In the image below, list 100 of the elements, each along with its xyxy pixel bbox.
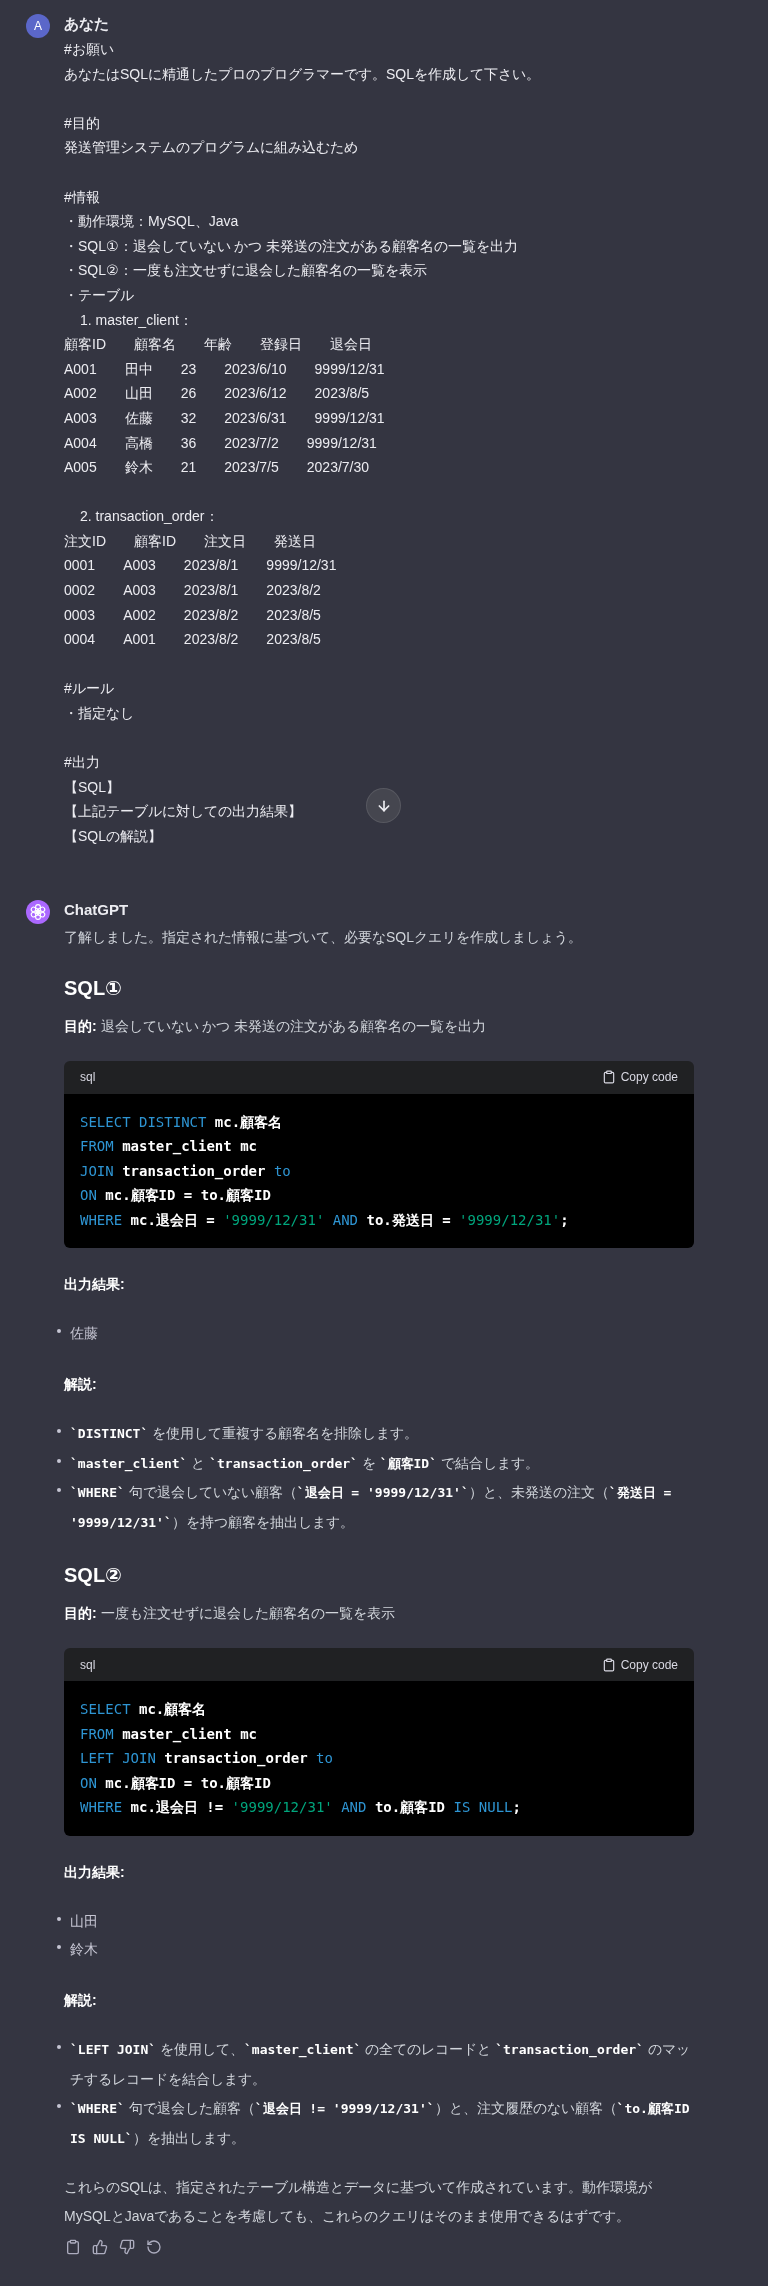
clipboard-icon — [65, 2239, 81, 2256]
table-cell-text: 高橋 — [124, 433, 153, 453]
copy-code-button[interactable]: Copy code — [601, 1657, 678, 1672]
code-language-label: sql — [80, 1657, 96, 1672]
user-avatar: A — [26, 14, 50, 38]
message-text: ・指定なし — [64, 704, 134, 724]
author-name: あなた — [64, 14, 109, 34]
table-cell-text: 36 — [180, 433, 197, 453]
table-header-cell-text: 注文ID — [64, 531, 106, 551]
table-caption: 2. transaction_order： — [80, 507, 219, 527]
table-header-cell-text: 顧客ID — [134, 531, 176, 551]
table-cell-text: A002 — [123, 605, 156, 625]
table-cell-text: 2023/7/30 — [306, 458, 370, 478]
knot-logo-icon — [26, 899, 50, 924]
table-cell-text: 0001 — [64, 556, 96, 576]
table-header-cell-text: 顧客名 — [134, 335, 176, 355]
table-cell-text: 2023/8/2 — [183, 630, 239, 650]
table-cell-text: 2023/7/5 — [224, 458, 279, 478]
explanation-item: `DISTINCT` を使用して重複する顧客名を排除します。 — [70, 1423, 420, 1443]
clipboard-icon — [601, 1070, 616, 1085]
message-text: ・SQL②：一度も注文せずに退会した顧客名の一覧を表示 — [64, 261, 427, 281]
code-line: FROM master_client mc — [80, 1137, 258, 1157]
table-cell-text: 2023/8/5 — [266, 605, 321, 625]
code-line: WHERE mc.退会日 = '9999/12/31' AND to.発送日 = '9999/12/31'; — [80, 1210, 570, 1230]
code-line: FROM master_client mc — [80, 1724, 258, 1745]
purpose-text: 目的: 退会していない かつ 未発送の注文がある顧客名の一覧を出力 — [64, 1016, 487, 1036]
table-cell-text: 9999/12/31 — [306, 433, 377, 453]
table-caption: 1. master_client： — [80, 310, 193, 330]
table-cell-text: 2023/6/10 — [224, 359, 287, 379]
message-text: あなたはSQLに精通したプロのプログラマーです。SQLを作成して下さい。 — [64, 64, 541, 84]
explanation-item: `master_client` と `transaction_order` を `顧客ID` で結合します。 — [70, 1453, 540, 1474]
table-cell-text: A003 — [64, 408, 97, 428]
bullet-icon — [57, 2045, 61, 2050]
bullet-icon — [57, 1428, 61, 1433]
intro-text: 了解しました。指定された情報に基づいて、必要なSQLクエリを作成しましょう。 — [64, 927, 582, 947]
code-line: JOIN transaction_order to — [80, 1161, 292, 1182]
thumbs-up-icon — [92, 2239, 108, 2256]
bullet-icon — [57, 1916, 61, 1921]
table-cell-text: 2023/7/2 — [224, 433, 279, 453]
explanation-item: `WHERE` 句で退会していない顧客（`退会日 = '9999/12/31'`）と、未発送の注文（`発送日 = '9999/12/31'`）を持つ顧客を抽出します。 — [70, 1483, 673, 1533]
message-text: 発送管理システムのプログラムに組み込むため — [64, 138, 358, 158]
table-cell-text: A002 — [64, 384, 97, 404]
table-cell-text: 0003 — [64, 605, 96, 625]
message-text: #ルール — [64, 679, 114, 699]
message-text: #目的 — [64, 113, 100, 133]
table-cell-text: 21 — [180, 458, 197, 478]
table-cell-text: 2023/8/5 — [314, 384, 370, 404]
author-name: ChatGPT — [64, 899, 129, 920]
table-cell-text: A005 — [64, 458, 97, 478]
message-text: ・動作環境：MySQL、Java — [64, 212, 239, 232]
table-cell-text: 2023/8/2 — [266, 581, 321, 601]
copy-code-button[interactable]: Copy code — [601, 1070, 678, 1085]
table-cell-text: 山田 — [124, 384, 153, 404]
table-cell-text: 2023/8/2 — [183, 605, 239, 625]
thumbs-down-icon — [119, 2239, 135, 2256]
code-line: SELECT mc.顧客名 — [80, 1700, 208, 1720]
scroll-down-button[interactable] — [366, 788, 401, 823]
table-cell-text: 0004 — [64, 630, 96, 650]
message-text: #お願い — [64, 40, 114, 59]
table-cell-text: 2023/8/5 — [266, 630, 321, 650]
result-heading: 出力結果: — [64, 1275, 125, 1295]
code-line: ON mc.顧客ID = to.顧客ID — [80, 1186, 272, 1206]
code-language-label: sql — [80, 1070, 96, 1085]
code-line: ON mc.顧客ID = to.顧客ID — [80, 1773, 272, 1793]
table-cell-text: A001 — [123, 630, 156, 650]
table-header-cell-text: 発送日 — [274, 531, 316, 551]
result-heading: 出力結果: — [64, 1862, 125, 1882]
message-text: #出力 — [64, 753, 100, 773]
explanation-item: `LEFT JOIN` を使用して、`master_client` の全てのレコードと `transaction_order` のマッチするレコードを結合します。 — [70, 2040, 691, 2089]
message-text: 【上記テーブルに対しての出力結果】 — [64, 802, 302, 822]
table-cell-text: 0002 — [64, 581, 96, 601]
table-header-cell-text: 登録日 — [260, 335, 302, 355]
table-cell-text: 26 — [180, 384, 197, 404]
explanation-heading: 解説: — [64, 1374, 97, 1394]
message-text: #情報 — [64, 187, 100, 207]
table-header-cell-text: 年齢 — [204, 335, 232, 355]
table-cell-text: 2023/8/1 — [183, 581, 239, 601]
message-text: 【SQL】 — [64, 777, 120, 797]
table-cell-text: 9999/12/31 — [314, 408, 385, 428]
code-line: LEFT JOIN transaction_order to — [80, 1749, 334, 1769]
code-line: WHERE mc.退会日 != '9999/12/31' AND to.顧客ID IS NULL; — [80, 1798, 522, 1818]
refresh-icon — [146, 2239, 162, 2256]
result-item: 山田 — [70, 1911, 98, 1931]
table-cell-text: 田中 — [124, 359, 153, 379]
bullet-icon — [57, 1329, 61, 1334]
table-cell-text: 23 — [180, 359, 197, 379]
bullet-icon — [57, 1945, 61, 1950]
bullet-icon — [57, 1458, 61, 1463]
section-heading: SQL① — [64, 975, 123, 1001]
table-cell-text: A003 — [123, 581, 156, 601]
purpose-text: 目的: 一度も注文せずに退会した顧客名の一覧を表示 — [64, 1604, 395, 1624]
table-header-cell-text: 顧客ID — [64, 335, 106, 355]
explanation-item: `WHERE` 句で退会した顧客（`退会日 != '9999/12/31'`）と、注文履歴のない顧客（`to.顧客ID IS NULL`）を抽出します。 — [70, 2098, 691, 2148]
bullet-icon — [57, 2103, 61, 2108]
table-cell-text: 9999/12/31 — [314, 359, 385, 379]
explanation-heading: 解説: — [64, 1991, 97, 2011]
table-cell-text: A004 — [64, 433, 97, 453]
table-cell-text: 2023/6/12 — [224, 384, 287, 404]
table-cell-text: 9999/12/31 — [266, 556, 337, 576]
section-heading: SQL② — [64, 1563, 123, 1589]
